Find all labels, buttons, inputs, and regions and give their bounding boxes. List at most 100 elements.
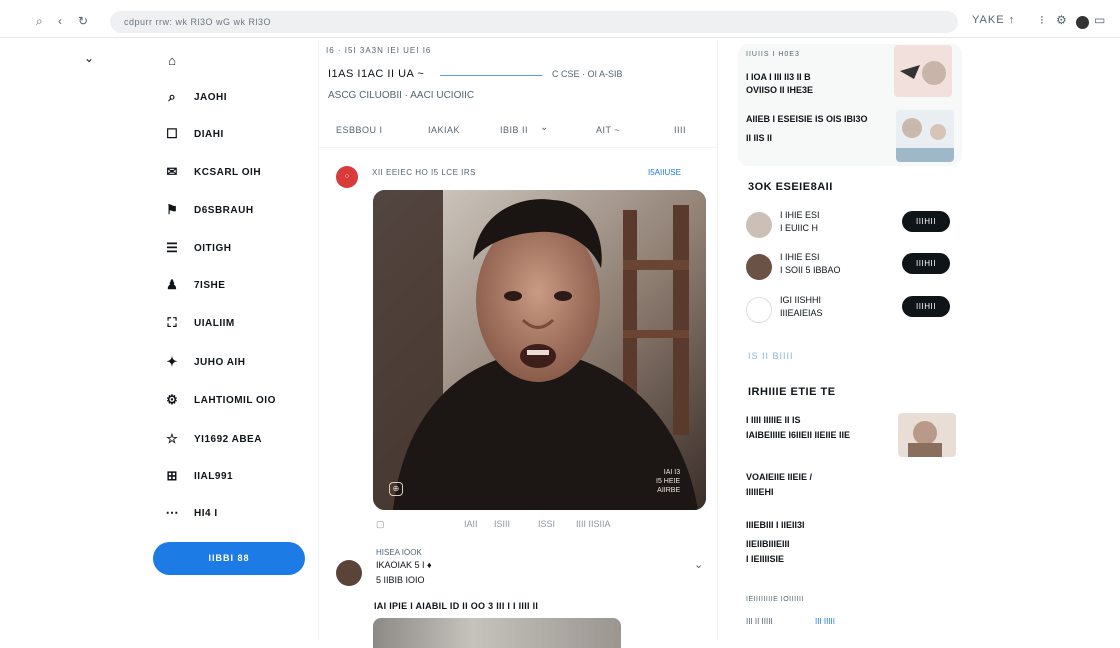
sidebar-item-label: JUHO AIH [194,356,246,368]
nav-home[interactable]: ⌂ [164,48,194,72]
sidebar-item-label: DIAHI [194,128,224,140]
tab-4[interactable]: AIT ~ [596,125,620,135]
trend-thumbnail[interactable] [896,110,954,162]
more-icon: ⋯ [165,505,179,520]
settings-icon[interactable]: ⚙ [1056,13,1067,27]
tab-2[interactable]: IAKIAK [428,125,460,135]
chevron-down-icon[interactable]: ⌄ [694,558,703,571]
post-image[interactable] [373,190,706,510]
alt-badge-icon[interactable]: ⊕ [389,482,403,496]
nav-verified[interactable]: ⚙ LAHTIOMIL OIO [164,388,276,412]
nav-bookmarks[interactable]: ☰ OITIGH [164,236,231,260]
avatar[interactable] [746,297,772,323]
views-button[interactable]: ISSI [538,519,555,529]
verified-icon: ⚙ [166,392,178,407]
sidebar-item-label: HI4 I [194,507,218,519]
home-icon: ⌂ [168,52,176,68]
footer-link[interactable]: III II IIIII [746,617,773,626]
avatar[interactable]: ○ [336,166,358,188]
section-item[interactable]: IIEIIBIIIEIII [746,539,790,549]
follow-name[interactable]: IGI IISHHI [780,295,821,305]
section-item[interactable]: IIIIIEHI [746,487,774,497]
section-item[interactable]: I IIII IIIIIE II IS [746,415,801,425]
post-header: XII EEIEC HO I5 LCE IRS [372,168,476,177]
bell-icon: ☐ [166,126,178,141]
sidebar-item-label: YI1692 ABEA [194,433,262,445]
nav-premium[interactable]: ⛶ UIALIIM [164,311,235,335]
section-item[interactable]: VOAIEIIE IIEIE / [746,472,812,482]
post-author[interactable]: HISEA IOOK [376,548,422,557]
section-item[interactable]: IAIBEIIIIE I6IIEII IIEIIE IIE [746,430,850,440]
trend-item[interactable]: AIIEB I ESEISIE IS OIS IBI3O [746,114,868,124]
nav-more[interactable]: ⋯ HI4 I [164,501,218,525]
reply-icon[interactable]: ▢ [376,519,385,530]
trend-item[interactable]: I IOA I III II3 II B [746,72,811,82]
post-image[interactable] [373,618,621,648]
show-more-link[interactable]: IS II BIIII [748,351,794,361]
follow-suggestion[interactable]: I IHIE ESI I EUIIC H IIIHII [746,208,952,244]
follow-button[interactable]: IIIHII [902,211,950,232]
community-icon: ♟ [166,277,178,292]
trend-thumbnail[interactable] [894,45,952,97]
sidebar-item-label: KCSARL OIH [194,166,262,178]
nav-lists[interactable]: ⚑ D6SBRAUH [164,198,254,222]
thumbnail-image [900,61,946,85]
post-time: 5 IIBIB IOIO [376,575,425,585]
post-header-link[interactable]: I5AIIUSE [648,168,681,177]
page-title: I1AS I1AC II UA ~ [328,68,425,80]
window-icon[interactable]: ▭ [1094,13,1105,27]
search-icon: ⌕ [168,89,176,104]
search-icon[interactable]: ⌕ [36,14,43,29]
follow-suggestion[interactable]: IGI IISHHI IIIEAIEIAS IIIHII [746,293,952,329]
tab-3[interactable]: IBIB II [500,125,528,135]
title-underline [440,75,542,76]
section-item[interactable]: I IEIIIISIE [746,554,784,564]
section-title: IRHIIIE ETIE TE [748,386,836,398]
follow-button[interactable]: IIIHII [902,296,950,317]
trend-item[interactable]: II IIS II [746,133,772,143]
nav-messages[interactable]: ✉ KCSARL OIH [164,160,261,184]
follow-name[interactable]: I IHIE ESI [780,252,820,262]
chevron-down-icon[interactable]: ⌄ [84,51,94,65]
sidebar-item-label: OITIGH [194,242,232,254]
breadcrumb: I6 · I5I 3A3N IEI UEI I6 [326,46,432,55]
repost-button[interactable]: IAII [464,519,478,529]
avatar[interactable] [746,212,772,238]
chevron-down-icon[interactable]: ⌄ [540,122,548,133]
profile-avatar[interactable] [1076,16,1089,29]
address-bar[interactable]: cdpurr rrw: wk Rl3O wG wk Rl3O [110,11,958,33]
portrait-photo [373,190,706,510]
thumbnail-image [896,118,954,162]
footer-link[interactable]: III IIIII [815,617,835,626]
nav-explore[interactable]: ⌕ JAOHI [164,85,227,109]
share-button[interactable]: IIII IISIIA [576,519,611,529]
section-item[interactable]: IIIEBIII I IIEII3I [746,520,805,530]
avatar[interactable] [336,560,362,586]
sidebar-item-label: IIAL991 [194,470,234,482]
follow-handle: I SOII 5 IBBAO [780,265,841,275]
post-text: IAI IPIE I AIABIL ID II OO 3 III I I III… [374,601,539,611]
section-thumbnail[interactable] [898,413,956,457]
nav-profile[interactable]: ✦ JUHO AIH [164,350,245,374]
follow-suggestion[interactable]: I IHIE ESI I SOII 5 IBBAO IIIHII [746,250,952,286]
tab-5[interactable]: IIII [674,125,686,135]
avatar[interactable] [746,254,772,280]
image-caption: IAI I3 I5 HEIE AIIRBE [656,469,681,494]
trend-item[interactable]: OVIISO II IHE3E [746,85,813,95]
follow-handle: I EUIIC H [780,223,819,233]
list-icon: ⚑ [166,202,178,217]
reload-icon[interactable]: ↻ [78,14,88,28]
sidebar-item-label: D6SBRAUH [194,204,254,216]
post-button[interactable]: IIBBI 88 [153,542,305,575]
nav-grok[interactable]: ⊞ IIAL991 [164,464,233,488]
like-button[interactable]: ISIII [494,519,510,529]
nav-communities[interactable]: ♟ 7ISHE [164,273,225,297]
nav-notifications[interactable]: ☐ DIAHI [164,122,224,146]
nav-jobs[interactable]: ☆ YI1692 ABEA [164,427,262,451]
tab-1[interactable]: ESBBOU I [336,125,383,135]
extensions-icon[interactable]: ⁝ [1040,13,1044,27]
back-icon[interactable]: ‹ [58,14,62,28]
follow-button[interactable]: IIIHII [902,253,950,274]
footer-links[interactable]: IEIIIIIIIIE IOIIIIII [746,596,804,603]
follow-name[interactable]: I IHIE ESI [780,210,820,220]
